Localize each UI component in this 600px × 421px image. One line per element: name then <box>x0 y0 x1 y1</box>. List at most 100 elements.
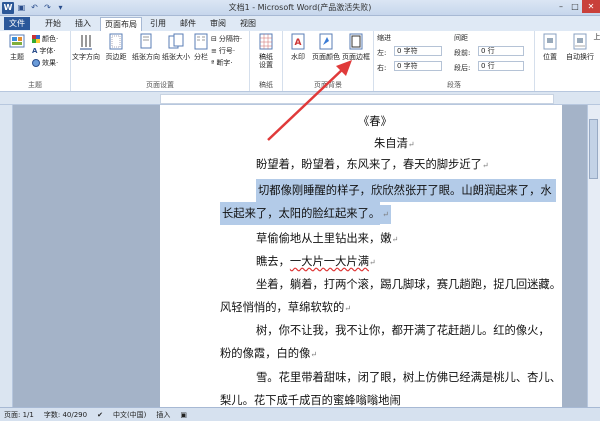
spacing-before-input[interactable]: 0 行 <box>478 46 524 56</box>
status-bar: 页面: 1/1 字数: 40/290 ✔ 中文(中国) 插入 ▣ <box>0 407 600 421</box>
tab-references[interactable]: 引用 <box>146 17 170 30</box>
draft-paper-button[interactable]: 稿纸 设置 <box>251 33 281 69</box>
scrollbar-thumb[interactable] <box>589 119 598 179</box>
tab-view[interactable]: 视图 <box>236 17 260 30</box>
breaks-button[interactable]: ⊟ 分隔符· <box>211 34 242 44</box>
bring-forward-button[interactable]: 上 <box>591 33 600 41</box>
paragraph-mark: ↵ <box>344 304 351 313</box>
doc-line-7-text-b: 一大片一大片满 <box>289 255 369 268</box>
text-direction-button[interactable]: 文字方向 <box>71 33 101 61</box>
tab-review[interactable]: 审阅 <box>206 17 230 30</box>
ribbon: 主题 颜色· A 字体· 效果· 主题 文字方向 页边距 纸张方向 纸张大小 分… <box>0 31 600 92</box>
group-page-setup-label: 页面设置 <box>146 81 174 89</box>
wrap-text-label: 自动换行 <box>566 53 594 61</box>
margins-icon <box>109 33 123 50</box>
maximize-button[interactable]: □ <box>568 0 582 13</box>
fonts-icon: A <box>32 47 38 55</box>
spacing-title: 间距 <box>454 34 468 42</box>
doc-line-4: 切都像刚睡醒的样子，欣欣然张开了眼。山朗润起来了，水 <box>256 179 556 202</box>
status-word-count[interactable]: 字数: 40/290 <box>44 410 87 420</box>
vertical-scrollbar[interactable] <box>587 105 600 407</box>
theme-fonts-button[interactable]: A 字体· <box>32 46 56 56</box>
indent-right-input[interactable]: 0 字符 <box>394 61 442 71</box>
document-page[interactable]: 《春》 朱自清↵ 盼望着，盼望着，东风来了，春天的脚步近了↵ 切都像刚睡醒的样子… <box>160 105 562 407</box>
doc-line-7: 瞧去，一大片一大片满↵ <box>256 255 376 270</box>
tab-mailings[interactable]: 邮件 <box>176 17 200 30</box>
draft-paper-icon <box>259 33 273 50</box>
theme-colors-button[interactable]: 颜色· <box>32 34 58 44</box>
hyphenation-button[interactable]: ª 断字· <box>211 58 233 68</box>
macro-record-icon[interactable]: ▣ <box>180 411 187 419</box>
tab-page-layout[interactable]: 页面布局 <box>100 17 142 31</box>
position-button[interactable]: 位置 <box>535 33 565 61</box>
status-insert-mode[interactable]: 插入 <box>156 410 170 420</box>
doc-author-text: 朱自清 <box>374 137 408 150</box>
indent-right-value: 0 字符 <box>397 62 418 70</box>
margins-button[interactable]: 页边距 <box>101 33 131 61</box>
margins-label: 页边距 <box>105 53 127 61</box>
paragraph-mark: ↵ <box>407 140 415 149</box>
indent-left-label: 左: <box>377 49 387 57</box>
themes-label: 主题 <box>10 53 24 61</box>
doc-author: 朱自清↵ <box>374 137 415 152</box>
proofing-icon[interactable]: ✔ <box>97 411 103 419</box>
page-borders-label: 页面边框 <box>342 53 370 61</box>
minimize-button[interactable]: – <box>554 0 568 13</box>
tab-home[interactable]: 开始 <box>40 17 66 30</box>
window-title: 文档1 - Microsoft Word(产品激活失败) <box>228 3 372 12</box>
wrap-text-icon <box>573 33 587 50</box>
themes-button[interactable]: 主题 <box>2 33 32 61</box>
theme-effects-button[interactable]: 效果· <box>32 58 58 68</box>
doc-line-6-text: 草偷偷地从土里钻出来，嫩 <box>256 232 392 245</box>
doc-line-6: 草偷偷地从土里钻出来，嫩↵ <box>256 232 398 247</box>
doc-line-11: 粉的像霞，白的像↵ <box>220 347 317 362</box>
group-draft-paper: 稿纸 设置 稿纸 <box>250 31 283 91</box>
group-page-background-label: 页面背景 <box>314 81 342 89</box>
vertical-ruler <box>0 105 13 407</box>
page-color-button[interactable]: 页面颜色 <box>311 33 341 61</box>
watermark-icon: A <box>291 33 305 50</box>
page-borders-button[interactable]: 页面边框 <box>341 33 371 61</box>
themes-icon <box>9 34 25 48</box>
indent-title: 缩进 <box>377 34 391 42</box>
group-themes: 主题 颜色· A 字体· 效果· 主题 <box>0 31 71 91</box>
bring-forward-label: 上 <box>593 33 600 41</box>
group-paragraph: 缩进 间距 左: 0 字符 右: 0 字符 段前: 0 行 段后: 0 行 段落 <box>374 31 535 91</box>
doc-line-9: 风轻悄悄的，草绵软软的↵ <box>220 301 351 316</box>
horizontal-ruler <box>0 92 600 105</box>
hyphenation-icon: ª <box>211 59 215 67</box>
selected-text-line-2[interactable]: 长起来了，太阳的脸红起来了。 <box>220 202 381 225</box>
doc-line-11-text: 粉的像霞，白的像 <box>220 347 311 360</box>
selected-text-line-1[interactable]: 切都像刚睡醒的样子，欣欣然张开了眼。山朗润起来了，水 <box>256 179 556 202</box>
title-bar: W ▣ ↶ ↷ ▾ 文档1 - Microsoft Word(产品激活失败) –… <box>0 0 600 16</box>
spacing-after-input[interactable]: 0 行 <box>478 61 524 71</box>
page-color-label: 页面颜色 <box>312 53 340 61</box>
group-page-background: A 水印 页面颜色 页面边框 页面背景 <box>283 31 374 91</box>
group-draft-paper-label: 稿纸 <box>259 81 273 89</box>
status-page[interactable]: 页面: 1/1 <box>4 410 34 420</box>
spacing-before-label: 段前: <box>454 49 471 57</box>
indent-left-input[interactable]: 0 字符 <box>394 46 442 56</box>
orientation-label: 纸张方向 <box>132 53 160 61</box>
ruler-track[interactable] <box>160 94 554 104</box>
close-button[interactable]: ✕ <box>582 0 600 13</box>
orientation-button[interactable]: 纸张方向 <box>131 33 161 61</box>
paragraph-mark: ↵ <box>369 258 376 267</box>
doc-line-10-text: 树，你不让我，我不让你，都开满了花赶趟儿。红的像火， <box>256 324 550 337</box>
indent-left-value: 0 字符 <box>397 47 418 55</box>
doc-line-3: 盼望着，盼望着，东风来了，春天的脚步近了↵ <box>256 158 489 173</box>
tab-file[interactable]: 文件 <box>4 17 30 30</box>
paragraph-mark: ↵ <box>380 205 391 224</box>
doc-line-10: 树，你不让我，我不让你，都开满了花赶趟儿。红的像火， <box>256 324 550 338</box>
doc-line-12-text: 雪。花里带着甜味，闭了眼，树上仿佛已经满是桃儿、杏儿、 <box>256 371 562 384</box>
line-numbers-label: 行号· <box>218 47 236 55</box>
line-numbers-button[interactable]: ≡ 行号· <box>211 46 235 56</box>
columns-label: 分栏 <box>194 53 208 61</box>
watermark-button[interactable]: A 水印 <box>283 33 313 61</box>
text-direction-label: 文字方向 <box>72 53 100 61</box>
tab-insert[interactable]: 插入 <box>70 17 96 30</box>
status-language[interactable]: 中文(中国) <box>113 410 146 420</box>
spacing-after-label: 段后: <box>454 64 471 72</box>
theme-fonts-label: 字体· <box>39 47 56 55</box>
ribbon-tabs: 文件 开始 插入 页面布局 引用 邮件 审阅 视图 <box>0 16 600 31</box>
